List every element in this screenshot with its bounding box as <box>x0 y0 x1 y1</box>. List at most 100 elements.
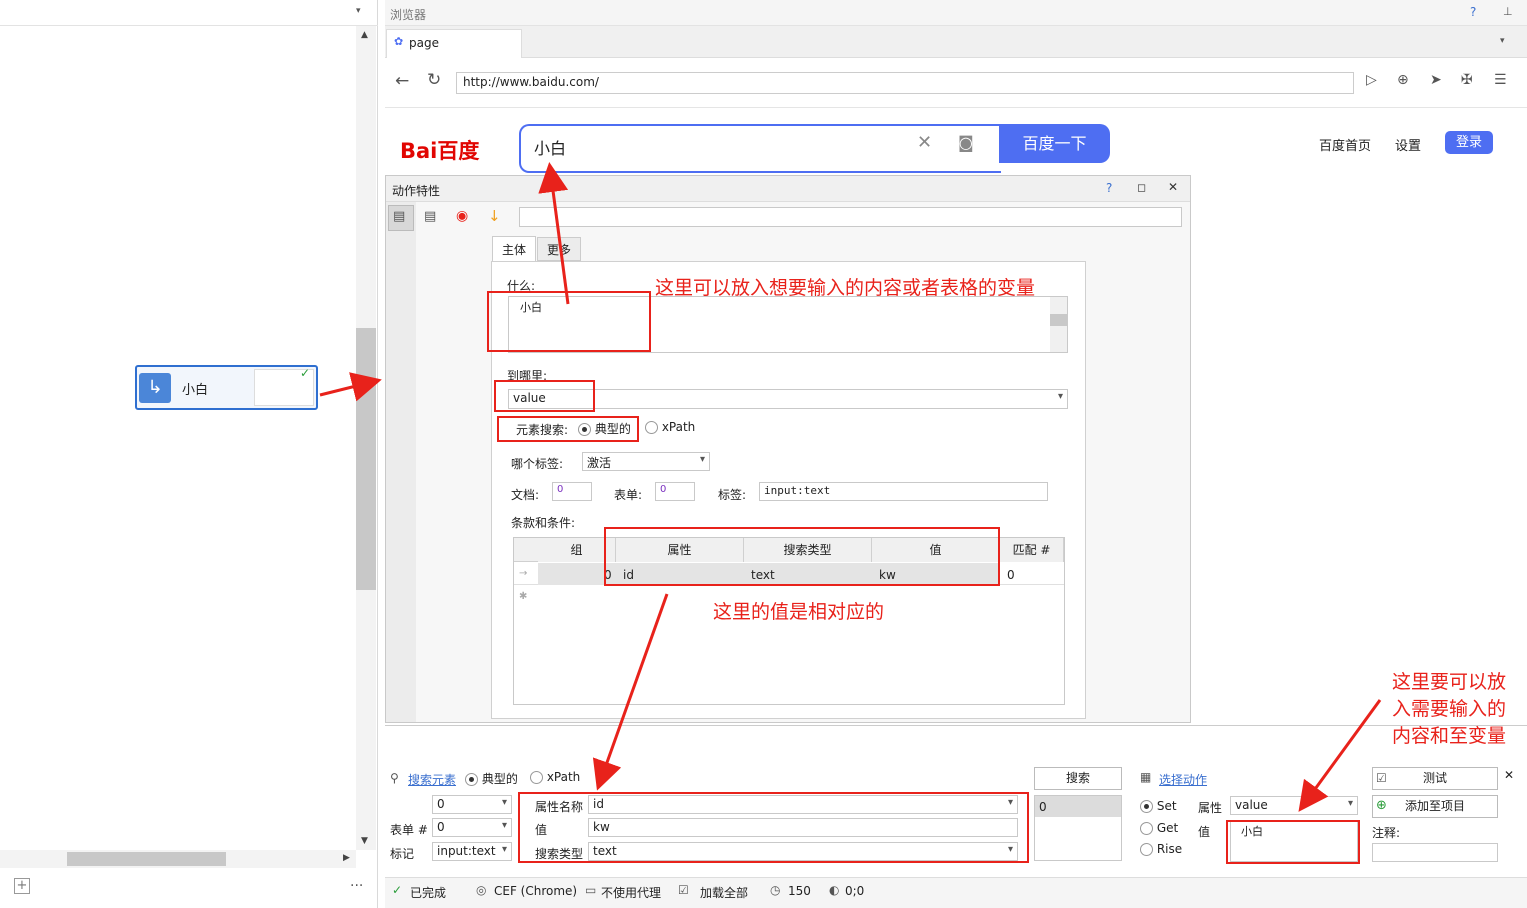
radio-xpath-dot[interactable] <box>645 421 658 434</box>
panel-close-icon[interactable]: ✕ <box>1504 768 1514 782</box>
test-icon: ☑ <box>1376 771 1387 785</box>
link-settings[interactable]: 设置 <box>1395 135 1421 154</box>
tag-label: 标签: <box>718 488 747 502</box>
extension-icon[interactable]: ✠ <box>1461 72 1473 88</box>
help-icon[interactable]: ? <box>1470 5 1476 19</box>
target-icon[interactable]: ⊕ <box>1397 72 1409 88</box>
mouse-icon: ◐ <box>829 883 840 897</box>
clock-icon: ◷ <box>770 883 781 897</box>
tab-more[interactable]: 更多 <box>537 237 581 261</box>
bottom-radio-typical[interactable]: 典型的 <box>465 770 518 787</box>
radio-get[interactable]: Get <box>1140 821 1178 835</box>
action-attr-select[interactable]: value <box>1230 796 1358 815</box>
radio-xpath[interactable]: xPath <box>645 420 695 434</box>
bottom-radio-xpath-label: xPath <box>546 770 581 784</box>
search-element-link[interactable]: 搜索元素 <box>408 771 456 788</box>
bottom-tag-select[interactable]: input:text <box>432 842 512 861</box>
annotation-box-what <box>487 291 651 352</box>
note-label: 注释: <box>1372 826 1401 840</box>
cursor-icon[interactable]: ➤ <box>1430 72 1442 88</box>
note-input[interactable] <box>1372 843 1498 862</box>
dialog-title-bar <box>386 176 1190 202</box>
close-icon[interactable]: ✕ <box>1168 180 1178 194</box>
add-icon[interactable]: + <box>14 878 30 894</box>
download-icon[interactable]: ↓ <box>488 207 501 225</box>
textarea-scroll-thumb[interactable] <box>1050 314 1067 326</box>
scroll-down-icon[interactable]: ▼ <box>361 836 368 846</box>
search-button[interactable]: 搜索 <box>1034 767 1122 790</box>
which-tag-label: 哪个标签: <box>511 457 564 471</box>
test-button-label: 测试 <box>1422 771 1447 785</box>
load-icon: ☑ <box>678 883 689 897</box>
edit-icon[interactable]: ▤ <box>424 209 436 224</box>
search-result-item[interactable]: 0 <box>1035 796 1121 817</box>
proxy-icon: ▭ <box>585 883 597 897</box>
select-action-icon: ▦ <box>1140 770 1152 784</box>
grid-header-match[interactable]: 匹配 # <box>1000 538 1064 562</box>
record-icon[interactable]: ◉ <box>456 208 468 224</box>
scroll-up-icon[interactable]: ▲ <box>361 30 368 40</box>
reload-icon[interactable]: ↻ <box>427 70 441 90</box>
bottom-radio-xpath[interactable]: xPath <box>530 770 580 784</box>
status-coords: 0;0 <box>845 884 865 898</box>
browser-title-bar <box>385 0 1527 26</box>
radio-set[interactable]: Set <box>1140 799 1177 813</box>
annotation-text-3b: 入需要输入的 <box>1392 698 1507 720</box>
status-engine[interactable]: CEF (Chrome) <box>494 884 577 898</box>
menu-icon[interactable]: ☰ <box>1494 72 1507 88</box>
tab-main[interactable]: 主体 <box>492 236 536 262</box>
which-tag-select[interactable]: 激活 <box>582 452 710 471</box>
login-button[interactable]: 登录 <box>1445 131 1493 154</box>
dialog-title: 动作特性 <box>392 184 441 198</box>
select-action-link[interactable]: 选择动作 <box>1159 771 1207 788</box>
clear-icon[interactable]: ✕ <box>917 132 932 153</box>
baidu-submit-button[interactable]: 百度一下 <box>999 124 1110 163</box>
status-load[interactable]: 加载全部 <box>700 884 748 901</box>
bottom-tag-value: input:text <box>437 844 496 858</box>
more-icon[interactable]: ··· <box>350 878 363 894</box>
baidu-favicon-icon: ✿ <box>394 35 404 48</box>
tab-page[interactable] <box>386 29 522 58</box>
cell-match[interactable]: 0 <box>1007 568 1015 582</box>
radio-set-dot[interactable] <box>1140 800 1153 813</box>
bottom-radio-xpath-dot[interactable] <box>530 771 543 784</box>
add-to-project-button[interactable]: 添加至项目 <box>1372 795 1498 818</box>
pin-icon[interactable]: ⊥ <box>1503 5 1513 18</box>
bottom-radio-typical-dot[interactable] <box>465 773 478 786</box>
row-arrow-icon: → <box>519 568 528 579</box>
dialog-help-icon[interactable]: ? <box>1106 181 1112 195</box>
status-proxy[interactable]: 不使用代理 <box>601 884 661 901</box>
left-scroll-thumb[interactable] <box>356 328 376 590</box>
maximize-icon[interactable]: ◻ <box>1137 181 1146 194</box>
form-input[interactable]: 0 <box>655 482 695 501</box>
dialog-filter-input[interactable] <box>519 207 1182 227</box>
bottom-form-select[interactable]: 0 <box>432 818 512 837</box>
baidu-search-text[interactable]: 小白 <box>534 135 566 159</box>
which-tag-value: 激活 <box>587 456 612 470</box>
camera-icon[interactable]: ◙ <box>958 133 974 152</box>
panel-menu-icon[interactable]: ▾ <box>356 6 361 16</box>
tab-label[interactable]: page <box>409 36 439 50</box>
doc-input[interactable]: 0 <box>552 482 592 501</box>
tag-input[interactable]: input:text <box>759 482 1048 501</box>
left-panel-header <box>0 0 378 26</box>
conditions-label: 条款和条件: <box>511 516 576 530</box>
scroll-right-icon[interactable]: ▶ <box>343 853 350 863</box>
link-baidu-home[interactable]: 百度首页 <box>1319 135 1371 154</box>
done-icon: ✓ <box>392 883 403 897</box>
left-hscroll-thumb[interactable] <box>67 852 226 866</box>
action-value-label: 值 <box>1198 825 1211 839</box>
url-input[interactable]: http://www.baidu.com/ <box>456 72 1354 94</box>
radio-rise-dot[interactable] <box>1140 843 1153 856</box>
test-button[interactable]: 测试 <box>1372 767 1498 790</box>
radio-xpath-label: xPath <box>661 420 696 434</box>
status-timeout[interactable]: 150 <box>788 884 811 898</box>
radio-rise[interactable]: Rise <box>1140 842 1182 856</box>
document-select[interactable]: 0 <box>432 795 512 814</box>
play-icon[interactable]: ▷ <box>1366 72 1377 88</box>
annotation-box-value <box>1226 820 1360 864</box>
tab-menu-icon[interactable]: ▾ <box>1500 36 1505 46</box>
back-icon[interactable]: ← <box>395 71 409 91</box>
radio-get-dot[interactable] <box>1140 822 1153 835</box>
baidu-logo[interactable]: Bai百度 <box>400 135 479 165</box>
